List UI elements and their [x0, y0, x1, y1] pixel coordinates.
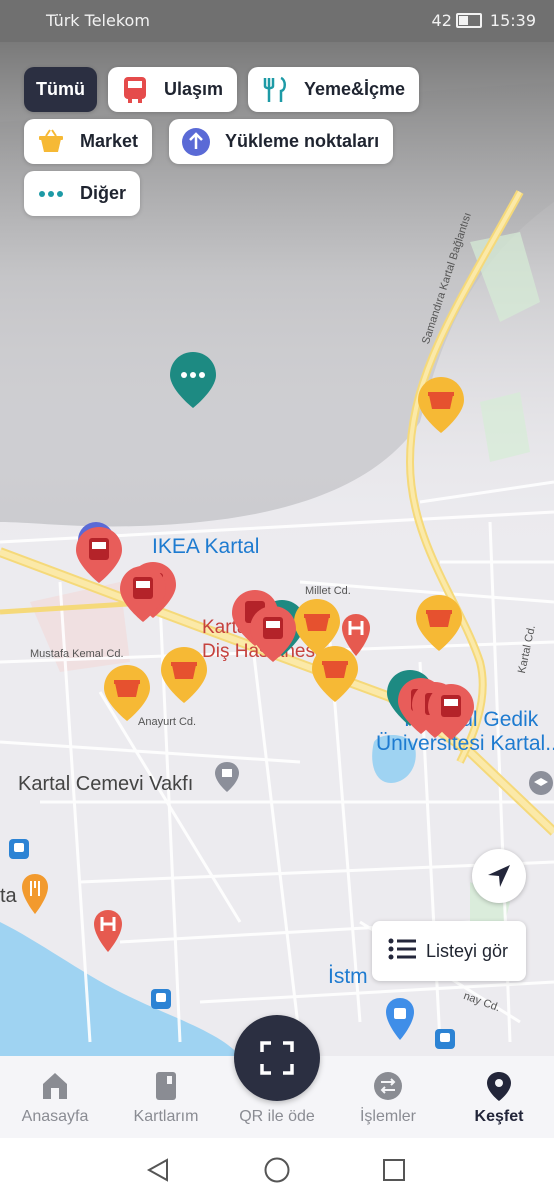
location-pin-icon [487, 1072, 511, 1101]
status-bar: Türk Telekom 42 15:39 [0, 0, 554, 42]
filter-market-chip[interactable]: Market [24, 119, 153, 164]
filter-other-chip[interactable]: Diğer [24, 171, 141, 216]
filter-topup-label: Yükleme noktaları [225, 131, 380, 151]
map-label-ikea: IKEA Kartal [152, 535, 260, 558]
scan-frame-icon [260, 1041, 294, 1075]
carrier-name: Türk Telekom [46, 11, 150, 30]
market-pin-6[interactable] [102, 663, 152, 723]
map-label-cemevi: Kartal Cemevi Vakfı [18, 773, 194, 795]
home-circle-icon[interactable] [263, 1156, 291, 1184]
university-place-icon[interactable] [528, 770, 554, 796]
filter-transport-chip[interactable]: Ulaşım [108, 67, 238, 112]
transport-pin-3[interactable] [118, 564, 168, 624]
filter-all-label: Tümü [36, 79, 85, 99]
cutlery-icon [260, 75, 290, 105]
arrow-up-circle-icon [181, 127, 211, 157]
filter-all-chip[interactable]: Tümü [24, 67, 97, 112]
filter-food-chip[interactable]: Yeme&İçme [248, 67, 420, 112]
filter-topup-chip[interactable]: Yükleme noktaları [169, 119, 394, 164]
list-icon [388, 938, 416, 965]
hospital-place-icon[interactable] [92, 908, 124, 954]
restaurant-place-icon[interactable] [20, 872, 50, 916]
market-pin-4[interactable] [310, 644, 360, 704]
transport-pin-8[interactable] [426, 682, 476, 742]
filter-other-label: Diğer [80, 183, 127, 203]
recents-icon[interactable] [382, 1158, 406, 1182]
battery-icon [455, 13, 482, 28]
shopping-place-icon[interactable] [384, 996, 416, 1042]
battery-percent: 42 [431, 11, 452, 30]
tab-transactions-label: İşlemler [359, 1108, 416, 1125]
status-right: 42 15:39 [432, 11, 536, 30]
map-label-ta: ta [0, 885, 17, 907]
cemevi-place-icon[interactable] [213, 760, 241, 794]
home-icon [43, 1073, 67, 1099]
list-view-button[interactable]: Listeyi gör [372, 921, 526, 981]
transport-pin[interactable] [74, 525, 124, 585]
transport-pin-5[interactable] [248, 604, 298, 664]
basket-icon [36, 127, 66, 157]
market-pin-2[interactable] [414, 593, 464, 653]
bus-icon [120, 75, 150, 105]
other-pin[interactable] [168, 350, 218, 410]
market-pin[interactable] [416, 375, 466, 435]
tab-home[interactable]: Anasayfa [0, 1056, 110, 1138]
tab-qr-label: QR ile öde [239, 1108, 315, 1125]
list-view-label: Listeyi gör [426, 940, 509, 961]
tab-transactions[interactable]: İşlemler [333, 1056, 443, 1138]
tab-cards-label: Kartlarım [133, 1108, 199, 1125]
filter-market-label: Market [80, 131, 139, 151]
navigation-arrow-icon [488, 865, 510, 887]
market-pin-5[interactable] [159, 645, 209, 705]
system-nav-bar [0, 1138, 554, 1200]
transfer-icon [374, 1072, 402, 1100]
tab-explore[interactable]: Keşfet [444, 1056, 554, 1138]
tab-explore-label: Keşfet [474, 1108, 524, 1125]
transit-station-icon[interactable] [8, 838, 30, 860]
qr-scan-button[interactable] [234, 1015, 320, 1101]
clock: 15:39 [489, 11, 536, 30]
map-view[interactable]: IKEA Kartal Kartal Diş Hastanesi Kartal … [0, 42, 554, 1056]
tab-home-label: Anasayfa [21, 1108, 89, 1125]
card-icon [156, 1072, 176, 1100]
filter-food-label: Yeme&İçme [304, 79, 406, 99]
tab-cards[interactable]: Kartlarım [111, 1056, 221, 1138]
my-location-button[interactable] [472, 849, 526, 903]
back-icon[interactable] [145, 1157, 171, 1183]
road-label-mustafa: Mustafa Kemal Cd. [30, 648, 124, 660]
transit-station-icon-3[interactable] [434, 1028, 456, 1050]
transit-station-icon-2[interactable] [150, 988, 172, 1010]
more-dots-icon [36, 179, 66, 209]
road-label-millet: Millet Cd. [305, 585, 351, 597]
map-label-istm: İstm [328, 965, 368, 988]
filter-transport-label: Ulaşım [164, 79, 224, 99]
